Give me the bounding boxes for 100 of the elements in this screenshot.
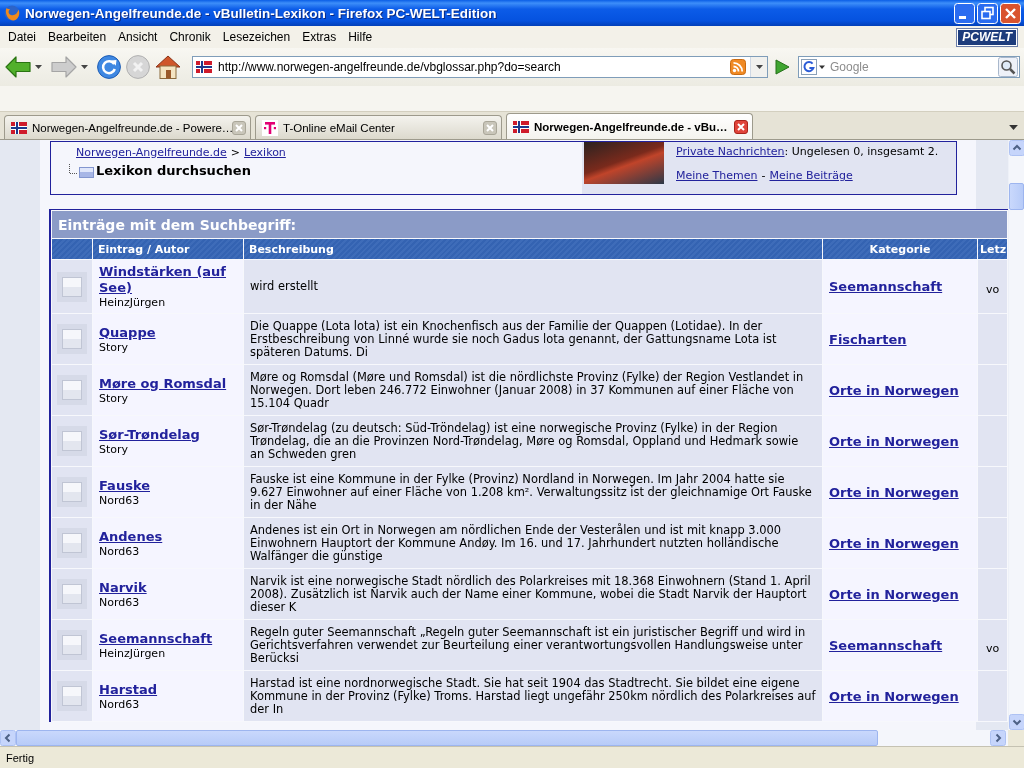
menu-item[interactable]: Hilfe bbox=[342, 28, 379, 46]
entry-description: Harstad ist eine nordnorwegische Stadt. Sie hat seit 1904 das Stadtrecht. Sie bildet eine eigene Kommune in der Provinz (Fylke) Troms. Harstad liegt ungefähr 250km nördlich des Polarkreises auf der In bbox=[244, 671, 822, 721]
category-link[interactable]: Orte in Norwegen bbox=[829, 484, 959, 500]
menu-item[interactable]: Lesezeichen bbox=[216, 28, 297, 46]
flag-icon bbox=[513, 120, 529, 133]
author-name: Story bbox=[99, 391, 130, 405]
search-bar[interactable]: Google bbox=[798, 56, 1020, 78]
scroll-up-icon[interactable] bbox=[1009, 140, 1024, 156]
menu-item[interactable]: Bearbeiten bbox=[42, 28, 113, 46]
entry-icon bbox=[57, 426, 87, 456]
brand-logo: PCWELT bbox=[957, 28, 1017, 46]
category-link[interactable]: Orte in Norwegen bbox=[829, 433, 959, 449]
column-header: Letz bbox=[978, 239, 1007, 259]
browser-logo-icon bbox=[4, 5, 20, 21]
home-icon[interactable] bbox=[155, 55, 181, 79]
entry-description: Die Quappe (Lota lota) ist ein Knochenfisch aus der Familie der Quappen (Lotidae). In der Erstbeschreibung von Linné wurde sie noch Gadus lota genannt, der Gattungsname Lota ist späteren Datums. Di bbox=[244, 314, 822, 364]
minimize-icon[interactable] bbox=[954, 2, 975, 24]
back-arrow-icon[interactable] bbox=[5, 56, 31, 78]
author-name: HeinzJürgen bbox=[99, 646, 167, 660]
scroll-down-icon[interactable] bbox=[1009, 714, 1024, 730]
caret-icon[interactable] bbox=[81, 65, 88, 69]
author-name: Nord63 bbox=[99, 493, 141, 507]
go-arrow-icon[interactable] bbox=[774, 59, 790, 75]
flag-icon bbox=[11, 121, 27, 134]
category-link[interactable]: Seemannschaft bbox=[829, 279, 943, 294]
tree-node-icon bbox=[68, 163, 94, 178]
entry-link[interactable]: Seemannschaft bbox=[99, 630, 237, 647]
menu-item[interactable]: Extras bbox=[296, 28, 343, 46]
address-bar[interactable]: http://www.norwegen-angelfreunde.de/vbglossar.php?do=search bbox=[192, 56, 768, 78]
column-header: Eintrag / Autor bbox=[93, 239, 243, 259]
entry-icon bbox=[57, 528, 87, 558]
entry-link[interactable]: Fauske bbox=[99, 477, 237, 494]
author-name: Nord63 bbox=[99, 544, 141, 558]
truncated-text: vo bbox=[978, 260, 1007, 313]
author-name: HeinzJürgen bbox=[99, 296, 167, 309]
category-link[interactable]: Seemannschaft bbox=[829, 637, 943, 653]
private-messages-link[interactable]: Private Nachrichten bbox=[676, 145, 785, 158]
scroll-left-icon[interactable] bbox=[0, 730, 16, 746]
breadcrumb-separator: > bbox=[230, 146, 241, 159]
my-posts-link[interactable]: Meine Beiträge bbox=[769, 169, 853, 182]
column-header: Beschreibung bbox=[244, 239, 822, 259]
entry-link[interactable]: Narvik bbox=[99, 579, 237, 596]
category-link[interactable]: Fischarten bbox=[829, 331, 907, 347]
entry-link[interactable]: Windstärken (auf See) bbox=[99, 264, 237, 296]
column-header: Kategorie bbox=[823, 239, 977, 259]
tab[interactable]: T-Online eMail Center bbox=[255, 115, 502, 139]
category-link[interactable]: Orte in Norwegen bbox=[829, 535, 959, 551]
entry-icon bbox=[57, 271, 87, 302]
t-logo-icon bbox=[262, 119, 278, 136]
entry-description: Regeln guter Seemannschaft „Regeln guter Seemannschaft ist ein juristischer Begriff und wird in Gerichtsverfahren verwendet zur Beurteilung einer verantwortungsvollen Handlungsweise unter Berücksi bbox=[244, 620, 822, 670]
search-field[interactable]: Google bbox=[828, 59, 995, 75]
entry-description: Fauske ist eine Kommune in der Fylke (Provinz) Nordland in Norwegen. Im Jahr 2004 hatte sie 9.627 Einwohner auf einer Fläche von 1.208 km². Verwaltungssitz ist der gleichnamige Ort Fauske in der Nähe bbox=[244, 467, 822, 517]
restore-icon[interactable] bbox=[977, 2, 998, 24]
category-link[interactable]: Orte in Norwegen bbox=[829, 382, 959, 398]
entry-link[interactable]: Quappe bbox=[99, 324, 237, 341]
tab-list-icon[interactable] bbox=[1009, 125, 1018, 130]
scrollbar-thumb[interactable] bbox=[1009, 183, 1024, 210]
close-icon[interactable] bbox=[734, 119, 748, 134]
rss-feed-icon[interactable] bbox=[730, 59, 746, 75]
entry-link[interactable]: Sør-Trøndelag bbox=[99, 426, 237, 443]
reload-icon[interactable] bbox=[97, 55, 121, 79]
caret-icon[interactable] bbox=[35, 65, 42, 69]
menu-item[interactable]: Datei bbox=[2, 28, 42, 46]
entry-icon bbox=[57, 375, 87, 405]
entry-description: wird erstellt bbox=[244, 260, 822, 313]
window-title: Norwegen-Angelfreunde.de - vBulletin-Lexikon - Firefox PC-WELT-Edition bbox=[25, 5, 498, 21]
search-engine-icon[interactable] bbox=[801, 59, 825, 75]
flag-icon bbox=[196, 61, 212, 73]
entry-icon bbox=[57, 579, 87, 609]
entry-icon bbox=[57, 324, 87, 354]
truncated-text: vo bbox=[978, 620, 1007, 670]
dropdown-icon[interactable] bbox=[755, 65, 763, 69]
link-separator: - bbox=[761, 169, 766, 182]
category-link[interactable]: Orte in Norwegen bbox=[829, 688, 959, 704]
breadcrumb-link[interactable]: Norwegen-Angelfreunde.de bbox=[76, 146, 227, 159]
scroll-right-icon[interactable] bbox=[990, 730, 1006, 746]
entry-description: Andenes ist ein Ort in Norwegen am nördlichen Ende der Vesterålen und ist mit knapp 3.000 Einwohnern Hauptort der Kommune Andøy. Im 16. und 17. Jahrhundert nutzten holländische Walfänger die günstige bbox=[244, 518, 822, 568]
author-name: Nord63 bbox=[99, 697, 141, 711]
search-icon[interactable] bbox=[998, 57, 1018, 77]
author-name: Nord63 bbox=[99, 595, 141, 609]
breadcrumb-link[interactable]: Lexikon bbox=[244, 146, 286, 159]
entry-link[interactable]: Møre og Romsdal bbox=[99, 375, 237, 392]
entry-link[interactable]: Andenes bbox=[99, 528, 237, 545]
menu-item[interactable]: Chronik bbox=[163, 28, 217, 46]
tab[interactable]: Norwegen-Angelfreunde.de - vBu… bbox=[506, 113, 753, 139]
entry-icon bbox=[57, 477, 87, 507]
author-name: Story bbox=[99, 442, 130, 456]
entry-icon bbox=[57, 630, 87, 660]
my-threads-link[interactable]: Meine Themen bbox=[676, 169, 758, 182]
page-heading: Lexikon durchsuchen bbox=[96, 163, 251, 178]
table-title: Einträge mit dem Suchbegriff: bbox=[52, 211, 1007, 238]
entry-icon bbox=[57, 681, 87, 711]
menu-item[interactable]: Ansicht bbox=[112, 28, 164, 46]
author-name: Story bbox=[99, 340, 130, 354]
status-text: Fertig bbox=[6, 751, 35, 764]
address-field[interactable]: http://www.norwegen-angelfreunde.de/vbglossar.php?do=search bbox=[216, 59, 726, 75]
message-count-text: : Ungelesen 0, insgesamt 2. bbox=[784, 145, 939, 158]
category-link[interactable]: Orte in Norwegen bbox=[829, 586, 959, 602]
tab[interactable]: Norwegen-Angelfreunde.de - Powere… bbox=[4, 115, 251, 139]
entry-link[interactable]: Harstad bbox=[99, 681, 237, 698]
